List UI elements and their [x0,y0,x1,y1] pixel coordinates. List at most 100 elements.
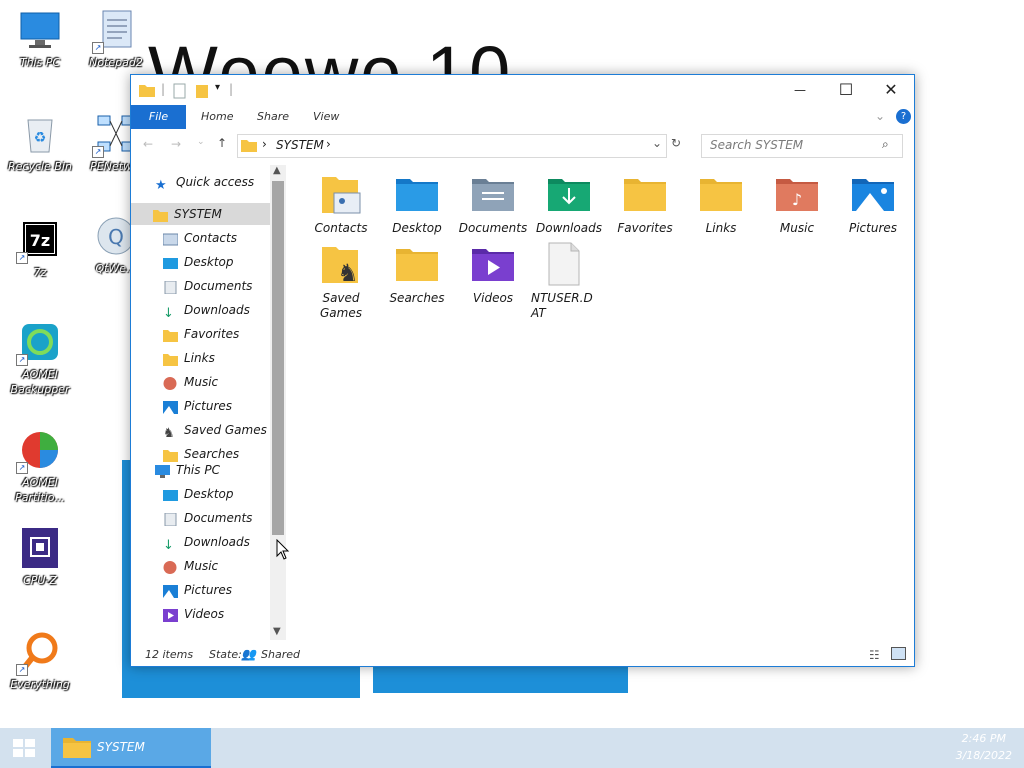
folder-icon [394,241,440,287]
nav-item-desktop[interactable]: Desktop [163,251,234,273]
nav-item-favorites[interactable]: Favorites [163,323,239,345]
file-item-documents[interactable]: Documents [455,171,531,236]
saved-games-folder-icon: ♞ [318,241,364,287]
nav-item-saved-games[interactable]: ♞ Saved Games [163,419,267,441]
nav-label: This PC [176,463,220,477]
address-dropdown-icon[interactable]: ⌄ [652,136,662,150]
nav-label: Favorites [184,327,240,341]
nav-item-documents[interactable]: Documents [163,275,252,297]
desktop-icon-aomei-backupper[interactable]: ↗ AOMEI Backupper [0,320,80,397]
customize-toolbar-icon[interactable]: ▾ [215,82,220,93]
scrollbar-thumb[interactable] [272,181,284,535]
forward-arrow-icon[interactable]: → [171,137,181,151]
desktop-icon-everything[interactable]: ↗ Everything [0,630,80,692]
nav-label: Desktop [184,487,234,501]
breadcrumb-separator[interactable]: › [262,137,267,151]
nav-label: Quick access [176,175,255,189]
file-label: Music [779,221,815,235]
shortcut-arrow-icon: ↗ [16,462,28,474]
file-item-downloads[interactable]: Downloads [531,171,607,236]
desktop-icon-cpu-z[interactable]: CPU-Z [0,526,80,588]
shortcut-arrow-icon: ↗ [92,146,104,158]
folder-icon [139,83,155,100]
breadcrumb-separator[interactable]: › [326,137,331,151]
desktop-icon-this-pc[interactable]: This PC [0,8,80,70]
desktop-icon [163,255,178,269]
nav-item-pc-music[interactable]: Music [163,555,218,577]
nav-item-pictures[interactable]: Pictures [163,395,232,417]
large-icons-view-icon[interactable] [891,647,906,660]
desktop-icon-aomei-partition[interactable]: ↗ AOMEI Partitio... [0,428,80,505]
file-item-ntuser-dat[interactable]: NTUSER.DAT [531,241,597,321]
scroll-down-icon[interactable]: ▼ [273,626,281,637]
nav-item-downloads[interactable]: ↓ Downloads [163,299,250,321]
tab-home[interactable]: Home [201,105,233,129]
status-bar: 12 items State: 👥 Shared ☷ [131,645,914,665]
close-button[interactable]: ✕ [868,75,914,105]
desktop-icon-recycle-bin[interactable]: ♻ Recycle Bin [0,112,80,174]
title-bar[interactable]: | ▾ | — ☐ ✕ [131,75,914,105]
details-view-icon[interactable]: ☷ [869,648,880,662]
file-item-desktop[interactable]: Desktop [379,171,455,236]
file-list: Contacts Desktop Documents Downloads Fav… [301,171,901,631]
scroll-up-icon[interactable]: ▲ [273,165,281,176]
file-item-pictures[interactable]: Pictures [835,171,911,236]
chevron-down-icon[interactable]: ⌄ [875,109,885,123]
address-bar[interactable]: › SYSTEM › ⌄ [237,134,667,158]
nav-item-quick-access[interactable]: ★ Quick access [155,171,254,193]
tab-share[interactable]: Share [257,105,289,129]
desktop-icon-notepad2[interactable]: ↗ Notepad2 [76,8,156,70]
file-item-favorites[interactable]: Favorites [607,171,683,236]
search-input[interactable]: Search SYSTEM [710,138,803,152]
back-arrow-icon[interactable]: ← [143,137,153,151]
search-box[interactable]: Search SYSTEM ⌕ [701,134,903,158]
minimize-button[interactable]: — [777,75,823,105]
new-file-icon[interactable] [173,83,187,102]
search-icon[interactable]: ⌕ [882,137,889,152]
svg-text:♞: ♞ [337,259,359,287]
file-item-videos[interactable]: Videos [455,241,531,306]
start-button[interactable] [0,728,48,768]
clock-date[interactable]: 3/18/2022 [956,749,1012,762]
documents-icon [163,279,178,295]
nav-scrollbar[interactable]: ▲ ▼ [270,165,286,640]
tab-view[interactable]: View [313,105,339,129]
maximize-button[interactable]: ☐ [823,75,869,105]
breadcrumb-system[interactable]: SYSTEM [276,138,324,152]
nav-item-pc-videos[interactable]: Videos [163,603,224,625]
file-item-contacts[interactable]: Contacts [303,171,379,236]
desktop-icon [163,487,178,501]
nav-item-pc-documents[interactable]: Documents [163,507,252,529]
nav-item-pc-pictures[interactable]: Pictures [163,579,232,601]
file-item-searches[interactable]: Searches [379,241,455,306]
aomei-backupper-icon: ↗ [16,320,62,366]
clock-time[interactable]: 2:46 PM [962,732,1006,745]
ribbon-tabs: File Home Share View ⌄ ? [131,105,914,129]
nav-item-music[interactable]: Music [163,371,218,393]
shortcut-arrow-icon: ↗ [16,354,28,366]
explorer-window: | ▾ | — ☐ ✕ File Home Share View ⌄ ? ← →… [130,74,915,667]
nav-item-pc-downloads[interactable]: ↓ Downloads [163,531,250,553]
nav-item-system[interactable]: SYSTEM [131,203,270,225]
nav-item-links[interactable]: Links [163,347,215,369]
state-value: Shared [261,648,300,661]
folder-icon [163,327,178,342]
music-icon [163,375,178,390]
shared-users-icon: 👥 [241,647,256,661]
new-folder-icon[interactable] [195,83,209,102]
up-arrow-icon[interactable]: ↑ [217,136,227,150]
nav-item-pc-desktop[interactable]: Desktop [163,483,234,505]
nav-item-contacts[interactable]: Contacts [162,227,237,249]
file-item-links[interactable]: Links [683,171,759,236]
desktop-icon-7z[interactable]: 7z ↗ 7z [0,218,80,280]
nav-item-this-pc[interactable]: This PC [155,459,220,481]
7z-icon: 7z ↗ [16,218,62,264]
recent-dropdown-icon[interactable]: ⌄ [197,137,205,147]
help-icon[interactable]: ? [896,109,911,124]
tab-file[interactable]: File [131,105,186,129]
file-item-saved-games[interactable]: ♞ Saved Games [303,241,379,321]
taskbar-item-system[interactable]: SYSTEM [51,728,211,768]
file-item-music[interactable]: ♪ Music [759,171,835,236]
svg-text:♪: ♪ [792,190,802,209]
refresh-icon[interactable]: ↻ [671,136,681,150]
